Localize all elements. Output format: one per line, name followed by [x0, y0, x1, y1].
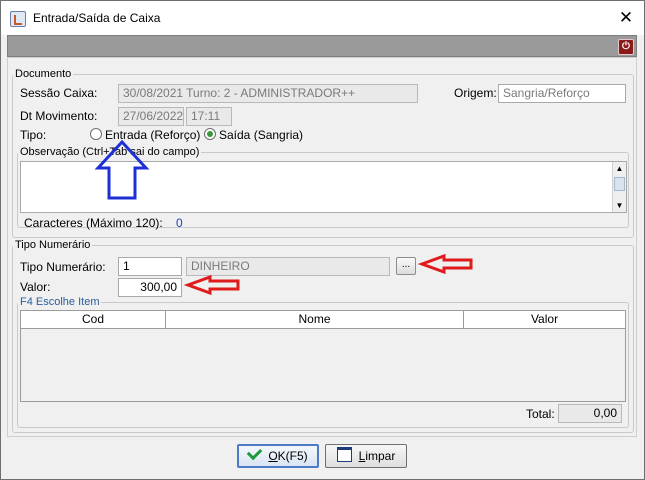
red-left-arrow-valor	[183, 274, 240, 296]
annotation-overlay	[94, 139, 473, 296]
blue-up-arrow	[94, 139, 150, 200]
red-left-arrow-tipo	[417, 253, 473, 275]
